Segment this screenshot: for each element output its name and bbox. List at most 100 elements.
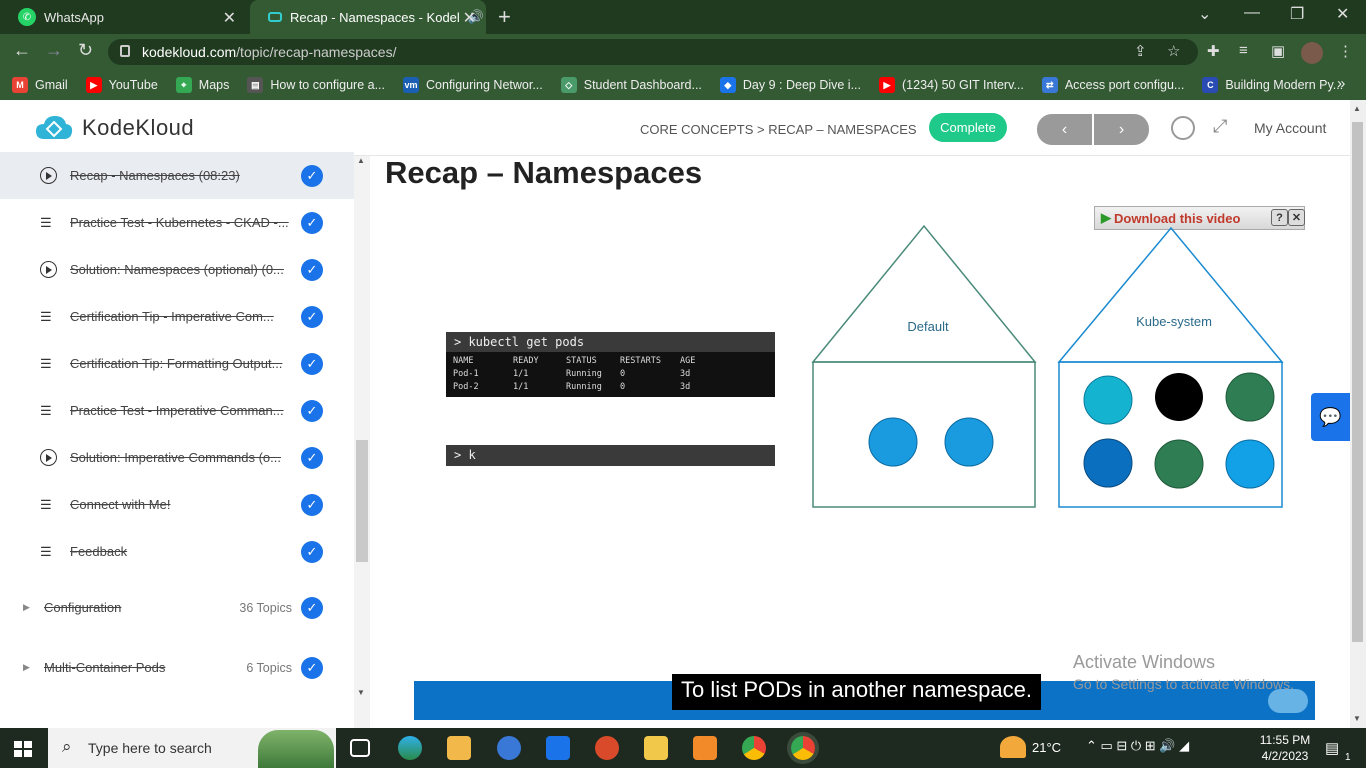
windows-start-icon[interactable] (14, 741, 32, 757)
tab-whatsapp[interactable]: ✆ WhatsApp ✕ (0, 0, 246, 34)
sidebar-item-connect[interactable]: ☰ Connect with Me! ✓ (0, 481, 354, 528)
kube-system-roof (1057, 226, 1284, 363)
sidebar-item-practice-test[interactable]: ☰ Practice Test - Kubernetes - CKAD -...… (0, 199, 354, 246)
clock[interactable]: 11:55 PM 4/2/2023 (1257, 733, 1313, 763)
notification-icon[interactable]: ▤ (1325, 739, 1339, 757)
sidebar-item-solution-namespaces[interactable]: Solution: Namespaces (optional) (0... ✓ (0, 246, 354, 293)
expand-icon[interactable]: ⤢ (1213, 116, 1227, 137)
edge-icon[interactable] (398, 736, 422, 760)
side-panel-icon[interactable]: ▣ (1271, 42, 1285, 60)
video-icon (40, 449, 57, 466)
file-explorer-icon[interactable] (644, 736, 668, 760)
scroll-down-icon[interactable]: ▼ (357, 688, 365, 697)
bookmark-student-dashboard[interactable]: ◇ Student Dashboard... (560, 77, 702, 93)
sidebar-item-practice-imperative[interactable]: ☰ Practice Test - Imperative Comman... ✓ (0, 387, 354, 434)
sidebar-item-feedback[interactable]: ☰ Feedback ✓ (0, 528, 354, 575)
default-roof (811, 224, 1037, 363)
profile-avatar[interactable] (1301, 42, 1323, 64)
bookmark-star-icon[interactable]: ☆ (1167, 42, 1180, 60)
close-window-icon[interactable]: ✕ (1336, 4, 1349, 24)
my-account-link[interactable]: My Account (1254, 120, 1326, 136)
sidebar-item-cert-tip-imperative[interactable]: ☰ Certification Tip - Imperative Com... … (0, 293, 354, 340)
system-tray-icons[interactable]: ⌃ ▭ ⊟ ⏻ ⊞ 🔊 ◢ (1086, 738, 1189, 754)
activate-windows-watermark: Activate Windows Go to Settings to activ… (1073, 652, 1294, 692)
logo[interactable]: KodeKloud (34, 113, 194, 143)
notification-count: 1 (1345, 752, 1351, 763)
sidebar-section-configuration[interactable]: ▶ Configuration 36 Topics ✓ (0, 584, 354, 631)
media-control-icon[interactable]: ≡ (1239, 42, 1248, 59)
settings-gear-icon[interactable] (693, 736, 717, 760)
app-icon[interactable] (497, 736, 521, 760)
sidebar-item-cert-tip-formatting[interactable]: ☰ Certification Tip: Formatting Output..… (0, 340, 354, 387)
breadcrumb[interactable]: CORE CONCEPTS > RECAP – NAMESPACES (640, 122, 917, 137)
lock-icon[interactable] (120, 45, 130, 57)
bookmark-youtube[interactable]: ▶ YouTube (85, 77, 158, 93)
url-path: /topic/recap-namespaces/ (236, 44, 397, 60)
restore-icon[interactable]: ❐ (1290, 4, 1304, 24)
kodekloud-watermark-icon (1268, 689, 1308, 713)
bookmark-git[interactable]: ▶ (1234) 50 GIT Interv... (879, 77, 1024, 93)
tab-title: Recap - Namespaces - Kodel (290, 9, 460, 25)
scroll-up-icon[interactable]: ▲ (357, 156, 365, 165)
sidebar-scrollbar-thumb[interactable] (356, 440, 368, 562)
store-icon[interactable] (447, 736, 471, 760)
next-topic-button[interactable]: › (1094, 114, 1149, 145)
sidebar-item-solution-imperative[interactable]: Solution: Imperative Commands (o... ✓ (0, 434, 354, 481)
scroll-down-icon[interactable]: ▼ (1353, 714, 1361, 723)
chrome-icon[interactable] (742, 736, 766, 760)
whatsapp-icon: ✆ (18, 8, 36, 26)
taskbar-search[interactable]: ⌕ Type here to search (48, 728, 336, 768)
completed-check-icon: ✓ (301, 258, 323, 281)
topic-count: 36 Topics (239, 600, 292, 615)
minimize-icon[interactable]: — (1244, 4, 1260, 22)
tab-kodekloud[interactable]: Recap - Namespaces - Kodel 🔊 ✕ (250, 0, 486, 34)
url-bar[interactable]: kodekloud.com/topic/recap-namespaces/ (108, 39, 1198, 65)
forward-icon[interactable]: → (45, 40, 63, 61)
sidebar-section-multi-container[interactable]: ▶ Multi-Container Pods 6 Topics ✓ (0, 644, 354, 691)
new-tab-icon[interactable]: + (498, 4, 511, 30)
task-view-icon[interactable] (350, 739, 370, 757)
close-tab-icon[interactable]: ✕ (463, 8, 476, 28)
close-tab-icon[interactable]: ✕ (223, 8, 236, 28)
search-icon: ⌕ (62, 737, 72, 756)
completed-check-icon: ✓ (301, 540, 323, 563)
completed-check-icon: ✓ (301, 596, 323, 619)
snail-app-icon[interactable] (595, 736, 619, 760)
dark-mode-icon[interactable] (1171, 116, 1195, 140)
browser-menu-icon[interactable]: ⋮ (1338, 42, 1353, 60)
tab-search-icon[interactable]: ⌄ (1198, 4, 1211, 24)
bookmark-gmail[interactable]: M Gmail (12, 77, 68, 93)
mail-icon[interactable] (546, 736, 570, 760)
bookmark-day9[interactable]: ◆ Day 9 : Deep Dive i... (719, 77, 861, 93)
weather-icon[interactable] (1000, 736, 1026, 758)
reload-icon[interactable]: ↻ (78, 40, 93, 61)
namespace-label-default: Default (907, 319, 949, 334)
expand-arrow-icon: ▶ (23, 662, 30, 672)
namespace-label-kube-system: Kube-system (1136, 314, 1212, 329)
pod-circle (1154, 439, 1204, 489)
bookmark-network[interactable]: vm Configuring Networ... (403, 77, 543, 93)
share-icon[interactable]: ⇪ (1134, 42, 1147, 60)
bookmark-access-port[interactable]: ⇄ Access port configu... (1041, 77, 1184, 93)
bookmark-building[interactable]: C Building Modern Py... (1202, 77, 1343, 93)
more-bookmarks-icon[interactable]: » (1337, 75, 1345, 92)
page-scrollbar-thumb[interactable] (1352, 122, 1363, 642)
back-icon[interactable]: ← (13, 40, 31, 61)
extensions-icon[interactable]: ✚ (1207, 42, 1220, 60)
kodekloud-icon: ◇ (560, 77, 577, 93)
bookmark-maps[interactable]: ⌖ Maps (175, 77, 229, 93)
previous-topic-button[interactable]: ‹ (1037, 114, 1092, 145)
youtube-icon: ▶ (85, 77, 102, 93)
scroll-up-icon[interactable]: ▲ (1353, 104, 1361, 113)
bookmark-configure[interactable]: ▤ How to configure a... (247, 77, 385, 93)
complete-button[interactable]: Complete (929, 113, 1007, 142)
c-icon: C (1202, 77, 1219, 93)
close-icon[interactable]: ✕ (1288, 209, 1305, 226)
chrome-active-icon[interactable] (791, 736, 815, 760)
kodekloud-logo-icon (34, 113, 74, 143)
sidebar-item-recap-namespaces[interactable]: Recap - Namespaces (08:23) ✓ (0, 152, 354, 199)
terminal-output: > kubectl get pods NAME READY STATUS RES… (446, 332, 775, 397)
chat-icon[interactable]: 💬 (1311, 393, 1350, 441)
completed-check-icon: ✓ (301, 164, 323, 187)
temperature[interactable]: 21°C (1032, 740, 1061, 755)
